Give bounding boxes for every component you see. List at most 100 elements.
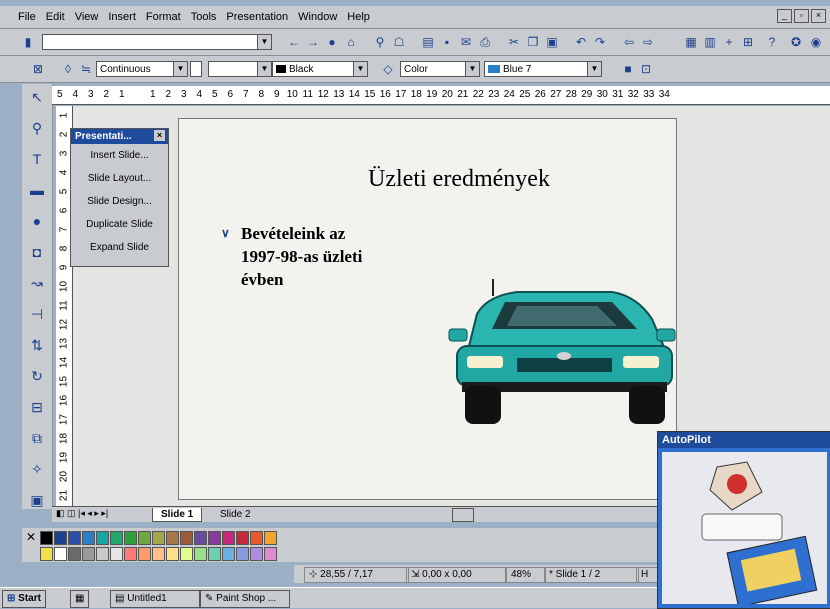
plus-icon[interactable]: + (721, 34, 737, 50)
mail-icon[interactable]: ✉ (458, 34, 474, 50)
arrow-right-icon[interactable]: → (305, 34, 321, 50)
line-icon[interactable]: ≒ (78, 61, 94, 77)
tab-slide-1[interactable]: Slide 1 (152, 508, 203, 522)
help-icon[interactable]: ? (764, 34, 780, 50)
menu-view[interactable]: View (75, 11, 99, 23)
color-swatch[interactable] (96, 531, 109, 545)
color-swatch[interactable] (166, 547, 179, 561)
search-icon[interactable]: ⚲ (372, 34, 388, 50)
line-style-arrow[interactable] (190, 61, 202, 77)
color-swatch[interactable] (110, 531, 123, 545)
menu-tools[interactable]: Tools (191, 11, 217, 23)
stop-icon[interactable]: ● (324, 34, 340, 50)
task-untitled1[interactable]: ▤ Untitled1 (110, 590, 200, 608)
navigator-icon[interactable]: ✪ (788, 34, 804, 50)
line-color-select[interactable]: Black ▼ (272, 61, 368, 77)
text-icon[interactable]: T (26, 148, 48, 170)
horizontal-scrollbar[interactable] (452, 508, 474, 522)
close-button[interactable]: × (811, 9, 826, 23)
area-color-select[interactable]: Blue 7 ▼ (484, 61, 602, 77)
paste-icon[interactable]: ▣ (544, 34, 560, 50)
close-icon[interactable]: × (154, 130, 165, 141)
color-swatch[interactable] (166, 531, 179, 545)
color-swatch[interactable] (124, 547, 137, 561)
task-paint-shop[interactable]: ✎ Paint Shop ... (200, 590, 290, 608)
color-swatch[interactable] (40, 547, 53, 561)
chevron-down-icon[interactable]: ▼ (353, 62, 367, 76)
3d-objects-icon[interactable]: ◘ (26, 241, 48, 263)
line-tool-icon[interactable]: ⊣ (26, 303, 48, 325)
line-width-select[interactable]: ▼ (208, 61, 272, 77)
area-style-select[interactable]: Color ▼ (400, 61, 480, 77)
select-arrow-icon[interactable]: ↖ (26, 86, 48, 108)
chevron-down-icon[interactable]: ▼ (257, 62, 271, 76)
car-image[interactable] (447, 274, 677, 429)
rectangle-icon[interactable]: ▬ (26, 179, 48, 201)
menu-format[interactable]: Format (146, 11, 181, 23)
start-button[interactable]: ⊞ Start (2, 590, 46, 608)
chevron-down-icon[interactable]: ▼ (257, 35, 271, 49)
undo-arrow-icon[interactable]: ⇦ (621, 34, 637, 50)
arrange-icon[interactable]: ⧉ (26, 427, 48, 449)
insert-icon[interactable]: ▥ (702, 34, 718, 50)
color-swatch[interactable] (250, 531, 263, 545)
copy-icon[interactable]: ❐ (525, 34, 541, 50)
color-swatch[interactable] (152, 531, 165, 545)
color-swatch[interactable] (194, 531, 207, 545)
redo-arrow-icon[interactable]: ⇨ (640, 34, 656, 50)
color-swatch[interactable] (194, 547, 207, 561)
line-style-select[interactable]: Continuous ▼ (96, 61, 188, 77)
slide[interactable]: Üzleti eredmények ∨ Bevételeink az 1997-… (178, 118, 677, 500)
color-swatch[interactable] (222, 531, 235, 545)
minimize-button[interactable]: _ (777, 9, 792, 23)
save-icon[interactable]: ▪ (439, 34, 455, 50)
slide-title[interactable]: Üzleti eredmények (329, 166, 589, 193)
slide-design-button[interactable]: Slide Design... (71, 190, 168, 213)
color-swatch[interactable] (250, 547, 263, 561)
cut-icon[interactable]: ✂ (506, 34, 522, 50)
table-icon[interactable]: ▦ (683, 34, 699, 50)
color-swatch[interactable] (236, 547, 249, 561)
chevron-down-icon[interactable]: ▼ (465, 62, 479, 76)
effects-icon[interactable]: ✧ (26, 458, 48, 480)
color-swatch[interactable] (96, 547, 109, 561)
folder-icon[interactable]: ▮ (20, 34, 36, 50)
autopilot-window[interactable]: AutoPilot (657, 431, 830, 609)
color-swatch[interactable] (68, 547, 81, 561)
color-swatch[interactable] (54, 547, 67, 561)
color-swatch[interactable] (68, 531, 81, 545)
area-dialog-icon[interactable]: ⊡ (638, 61, 654, 77)
curve-icon[interactable]: ↝ (26, 272, 48, 294)
color-swatch[interactable] (40, 531, 53, 545)
color-swatch[interactable] (82, 547, 95, 561)
open-icon[interactable]: ▤ (420, 34, 436, 50)
slide-layout-button[interactable]: Slide Layout... (71, 167, 168, 190)
color-swatch[interactable] (110, 547, 123, 561)
menu-file[interactable]: File (18, 11, 36, 23)
tab-navigation-icons[interactable]: ◧ ◫ |◂ ◂ ▸ ▸| (56, 508, 108, 519)
color-swatch[interactable] (138, 547, 151, 561)
connector-icon[interactable]: ⇅ (26, 334, 48, 356)
color-swatch[interactable] (180, 547, 193, 561)
quick-launch[interactable]: ▦ (70, 590, 90, 608)
area-icon[interactable]: ◇ (380, 61, 396, 77)
chart-icon[interactable]: ⊞ (740, 34, 756, 50)
duplicate-slide-button[interactable]: Duplicate Slide (71, 213, 168, 236)
color-swatch[interactable] (180, 531, 193, 545)
chevron-down-icon[interactable]: ▼ (173, 62, 187, 76)
alignment-icon[interactable]: ⊟ (26, 396, 48, 418)
autopilot-title[interactable]: AutoPilot (658, 432, 830, 448)
menu-window[interactable]: Window (298, 11, 337, 23)
color-swatch[interactable] (236, 531, 249, 545)
tab-slide-2[interactable]: Slide 2 (212, 508, 259, 521)
color-swatch[interactable] (152, 547, 165, 561)
home-icon[interactable]: ⌂ (343, 34, 359, 50)
menu-help[interactable]: Help (347, 11, 370, 23)
zoom-field[interactable]: 48% (506, 567, 546, 583)
insert-slide-button[interactable]: Insert Slide... (71, 144, 168, 167)
grid-icon[interactable]: ⊠ (30, 61, 46, 77)
ellipse-icon[interactable]: ● (26, 210, 48, 232)
slide-show-icon[interactable]: ▣ (26, 489, 48, 511)
color-swatch[interactable] (54, 531, 67, 545)
arrow-left-icon[interactable]: ← (286, 34, 302, 50)
